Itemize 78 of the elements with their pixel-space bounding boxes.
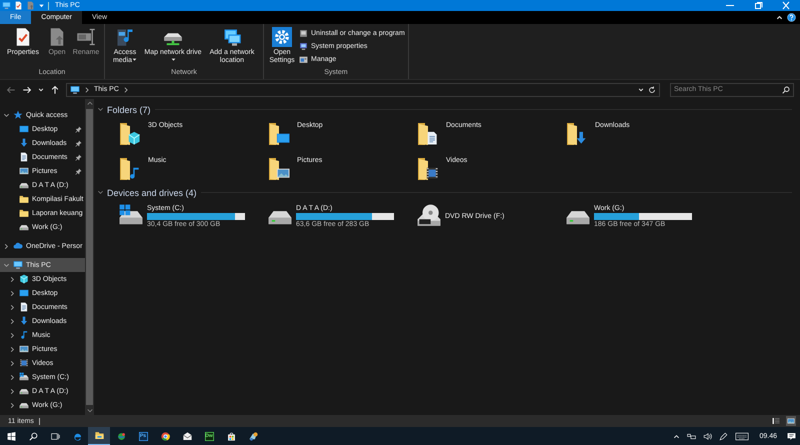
browser-icon [160,430,170,442]
desktop-icon [19,124,29,134]
pen-icon[interactable] [719,432,728,440]
properties-icon [14,1,23,10]
refresh-icon[interactable] [648,86,656,94]
forward-arrow-icon[interactable] [22,84,32,94]
chevron-up-icon[interactable] [673,432,680,440]
scrollbar[interactable] [85,99,94,415]
cloud-icon [13,241,23,251]
search-icon [782,86,790,94]
chevron-right-icon[interactable] [9,318,16,324]
drive-icon [19,222,29,232]
scroll-up-icon[interactable] [86,101,92,105]
desktop-icon [19,288,29,298]
details-view-button[interactable] [771,416,781,426]
chevron-right-icon[interactable] [9,290,16,296]
caret-icon[interactable] [638,86,644,92]
chevron-right-icon[interactable] [3,242,10,250]
download-arrow-icon [19,316,29,326]
windows-logo-icon [6,432,16,440]
browser-icon [72,430,82,442]
settings-icon [272,27,292,47]
system-drive-icon [19,372,29,382]
rename-icon [76,27,96,47]
star-icon [13,110,23,120]
cube-icon [19,274,29,284]
up-arrow-icon[interactable] [50,84,60,94]
list-icon [772,417,780,425]
computer-icon [70,84,80,94]
search-icon [28,432,38,440]
caret-icon[interactable] [38,86,44,92]
picture-icon [787,417,795,425]
network-icon[interactable] [687,432,696,440]
chevron-down-icon[interactable] [3,112,10,118]
film-icon [19,358,29,368]
chevron-right-icon[interactable] [9,388,16,394]
chevron-right-icon[interactable] [9,346,16,352]
picture-icon [19,344,29,354]
keyboard-icon[interactable] [735,432,750,440]
drive-icon [19,400,29,410]
task-view-icon [50,432,60,440]
paint-icon [248,430,258,442]
drive-icon [19,180,29,190]
section-header[interactable]: Folders (7) [97,104,151,114]
collapse-ribbon-icon[interactable] [776,14,783,21]
scroll-down-icon[interactable] [86,409,92,413]
chevron-right-icon[interactable] [84,86,90,92]
document-icon [19,302,29,312]
chevron-right-icon[interactable] [9,402,16,408]
taskbar-app[interactable] [88,427,110,445]
envelope-icon [182,430,192,442]
computer-icon [2,1,11,10]
app-icon [204,430,214,442]
app-icon [138,430,148,442]
picture-icon [19,166,29,176]
chevron-down-icon [97,189,104,196]
chevron-right-icon[interactable] [9,304,16,310]
chevron-right-icon[interactable] [9,276,16,282]
help-icon[interactable] [787,13,796,22]
speaker-icon[interactable] [703,432,712,440]
media-icon [115,27,135,47]
document-icon [19,152,29,162]
disc-drive-icon [416,203,442,229]
chevron-down-icon[interactable] [3,262,10,268]
shopping-bag-icon [226,430,236,442]
computer-icon [13,260,23,270]
chevron-down-icon [97,106,104,113]
chevron-right-icon[interactable] [122,86,129,92]
notification-icon[interactable] [787,432,796,440]
large-icons-view-button[interactable] [786,416,796,426]
music-note-icon [19,330,29,340]
drive-icon [19,386,29,396]
section-header[interactable]: Devices and drives (4) [97,188,197,198]
chevron-right-icon[interactable] [9,374,16,380]
globe-icon [116,430,126,442]
chevron-right-icon[interactable] [9,360,16,366]
download-arrow-icon [19,138,29,148]
chevron-right-icon[interactable] [9,332,16,338]
